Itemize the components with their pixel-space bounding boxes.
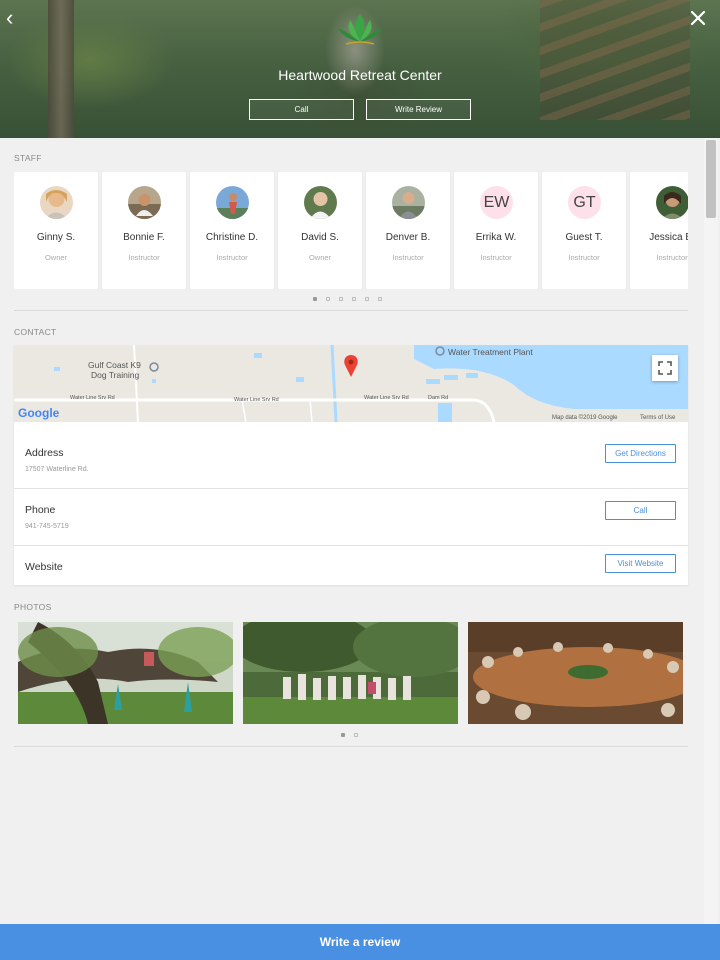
address-label: Address (25, 447, 64, 459)
staff-pagination[interactable] (313, 297, 382, 301)
google-logo: Google (18, 406, 60, 420)
photo-thumbnail[interactable] (243, 622, 458, 724)
map-label: Water Treatment Plant (448, 347, 533, 357)
fullscreen-button[interactable] (652, 355, 678, 381)
map-label: Water Line Srv Rd (234, 397, 279, 403)
phone-call-button[interactable]: Call (605, 501, 676, 520)
staff-name: Denver B. (385, 232, 431, 243)
map-label: Gulf Coast K9 (88, 360, 141, 370)
avatar (392, 186, 425, 219)
phone-value[interactable]: 941-745-5719 (25, 523, 69, 530)
staff-role: Instructor (480, 253, 512, 262)
photo-thumbnail[interactable] (18, 622, 233, 724)
staff-pagination-dot[interactable] (313, 297, 317, 301)
staff-card[interactable]: Christine D. Instructor (190, 172, 274, 289)
staff-role: Owner (44, 253, 68, 262)
map-attribution: Map data ©2019 Google (552, 414, 618, 421)
staff-role: Instructor (216, 253, 248, 262)
staff-name: Ginny S. (36, 232, 76, 243)
back-button[interactable]: ‹ (6, 7, 28, 30)
map[interactable]: Gulf Coast K9 Dog Training Water Treatme… (14, 345, 688, 422)
call-button[interactable]: Call (249, 99, 354, 120)
phone-label: Phone (25, 504, 56, 516)
staff-role: Owner (308, 253, 332, 262)
lotus-logo (338, 14, 382, 45)
close-icon[interactable] (688, 8, 708, 28)
staff-card[interactable]: Denver B. Instructor (366, 172, 450, 289)
address-value: 17507 Waterline Rd. (25, 466, 89, 473)
staff-pagination-dot[interactable] (378, 297, 382, 301)
visit-website-button[interactable]: Visit Website (605, 554, 676, 573)
map-label: Dog Training (91, 370, 139, 380)
map-label: Dam Rd (428, 395, 448, 401)
staff-name: Errika W. (475, 232, 517, 243)
staff-card[interactable]: EW Errika W. Instructor (454, 172, 538, 289)
map-terms-link[interactable]: Terms of Use (640, 415, 676, 421)
staff-pagination-dot[interactable] (352, 297, 356, 301)
staff-card[interactable]: David S. Owner (278, 172, 362, 289)
map-canvas[interactable]: Gulf Coast K9 Dog Training Water Treatme… (14, 345, 688, 422)
photos-pagination[interactable] (341, 733, 358, 737)
staff-name: Christine D. (205, 232, 259, 243)
write-review-button[interactable]: Write Review (366, 99, 471, 120)
staff-role: Instructor (392, 253, 424, 262)
hero-banner: ‹ Heartwood Retreat Center Call Write Re… (0, 0, 720, 138)
staff-pagination-dot[interactable] (326, 297, 330, 301)
divider (14, 310, 688, 311)
avatar (40, 186, 73, 219)
scrollbar-track[interactable] (704, 138, 718, 924)
staff-name: David S. (301, 232, 339, 243)
get-directions-button[interactable]: Get Directions (605, 444, 676, 463)
staff-pagination-dot[interactable] (339, 297, 343, 301)
staff-role: Instructor (128, 253, 160, 262)
staff-card[interactable]: Bonnie F. Instructor (102, 172, 186, 289)
photos-pagination-dot[interactable] (341, 733, 345, 737)
staff-section-label: STAFF (14, 153, 42, 163)
staff-role: Instructor (568, 253, 600, 262)
staff-name: Guest T. (565, 232, 603, 243)
staff-name: Jessica B. (649, 232, 688, 243)
photo-thumbnail[interactable] (468, 622, 683, 724)
map-label: Water Line Srv Rd (70, 395, 115, 401)
page-title: Heartwood Retreat Center (278, 67, 442, 83)
website-row: Website Visit Website (14, 546, 688, 603)
photos-pagination-dot[interactable] (354, 733, 358, 737)
avatar-initials: GT (568, 186, 601, 219)
avatar (128, 186, 161, 219)
contact-section-label: CONTACT (14, 327, 57, 337)
staff-carousel[interactable]: Ginny S. Owner Bonnie F. Instructor Chri… (14, 172, 688, 289)
staff-card[interactable]: Ginny S. Owner (14, 172, 98, 289)
fullscreen-icon (658, 361, 672, 375)
map-label: Water Line Srv Rd (364, 395, 409, 401)
staff-name: Bonnie F. (123, 232, 165, 243)
phone-row: Phone 941-745-5719 Call (14, 489, 688, 546)
avatar (304, 186, 337, 219)
staff-pagination-dot[interactable] (365, 297, 369, 301)
photos-section-label: PHOTOS (14, 602, 52, 612)
staff-card[interactable]: Jessica B. Instructor (630, 172, 688, 289)
write-a-review-button[interactable]: Write a review (0, 924, 720, 960)
contact-card: Gulf Coast K9 Dog Training Water Treatme… (14, 345, 688, 585)
website-label: Website (25, 561, 63, 573)
address-row: Address 17507 Waterline Rd. Get Directio… (14, 432, 688, 489)
divider (14, 746, 688, 747)
avatar (656, 186, 688, 219)
scrollbar-thumb[interactable] (706, 140, 716, 218)
avatar (216, 186, 249, 219)
avatar-initials: EW (480, 186, 513, 219)
staff-role: Instructor (656, 253, 688, 262)
staff-card[interactable]: GT Guest T. Instructor (542, 172, 626, 289)
